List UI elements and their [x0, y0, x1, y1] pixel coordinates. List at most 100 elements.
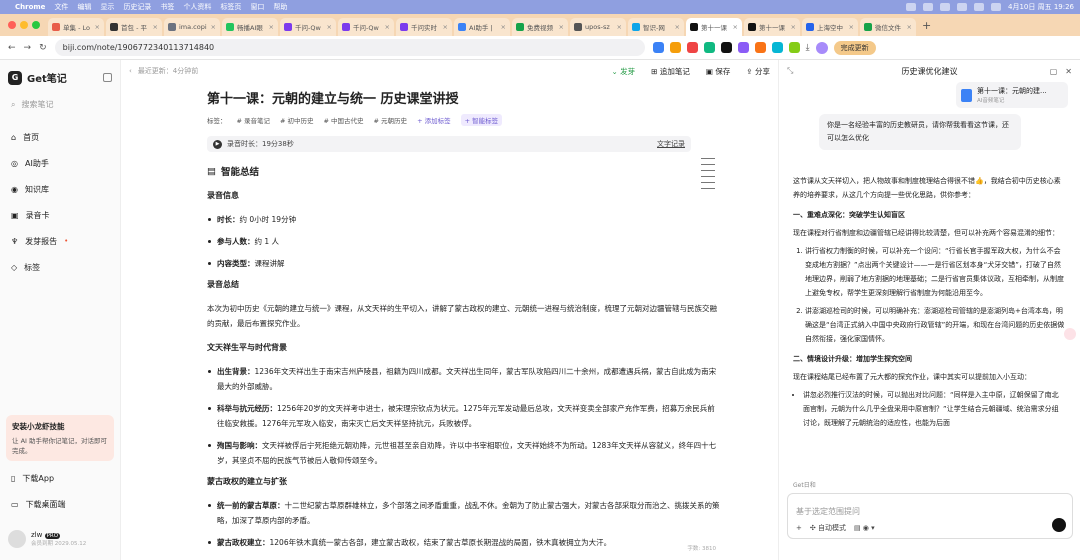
smart-tag-button[interactable]: + 智能标签	[460, 114, 503, 126]
menubar-item[interactable]: 文件	[54, 2, 68, 12]
close-tab-icon[interactable]: ×	[327, 23, 332, 31]
menubar-item[interactable]: 历史记录	[123, 2, 151, 12]
share-button[interactable]: ⇪ 分享	[746, 66, 770, 77]
sidebar-item[interactable]: ▣ 录音卡	[8, 202, 112, 228]
menubar-clock[interactable]: 4月10日 周五 19:26	[1008, 2, 1074, 12]
browser-tab[interactable]: 第十一课 ×	[744, 18, 800, 36]
status-icon[interactable]	[957, 3, 968, 11]
chat-icon[interactable]: ▢	[1050, 67, 1058, 76]
tag-chip[interactable]: # 中国古代史	[324, 115, 364, 125]
download-app-link[interactable]: ▯ 下载App	[8, 465, 112, 491]
new-tab-icon[interactable]: +	[918, 19, 935, 36]
promo-card[interactable]: 安装小龙虾技能 让 AI 助手帮你记笔记，对话即可完成。	[6, 415, 114, 461]
browser-tab[interactable]: 上海空中 ×	[802, 18, 858, 36]
transcript-link[interactable]: 文字记录	[657, 139, 685, 149]
extension-icon[interactable]	[788, 42, 800, 53]
complete-update-button[interactable]: 完成更新	[833, 40, 876, 55]
tag-chip[interactable]: # 元朝历史	[374, 115, 408, 125]
forward-icon[interactable]: →	[24, 43, 32, 53]
browser-tab[interactable]: 微信文件 ×	[860, 18, 916, 36]
extension-icon[interactable]	[720, 42, 732, 53]
extension-icon[interactable]	[652, 42, 664, 53]
profile-avatar[interactable]	[815, 41, 828, 54]
extension-icon[interactable]	[754, 42, 766, 53]
play-icon[interactable]: ▶	[213, 139, 222, 149]
close-tab-icon[interactable]: ×	[675, 23, 680, 31]
menubar-app[interactable]: Chrome	[15, 3, 45, 11]
menubar-item[interactable]: 个人资料	[183, 2, 211, 12]
close-tab-icon[interactable]: ×	[733, 23, 738, 31]
minimize-window-button[interactable]	[20, 21, 28, 29]
save-button[interactable]: ▣ 保存	[706, 66, 730, 77]
menubar-item[interactable]: 书签	[160, 2, 174, 12]
sidebar-item[interactable]: ◉ 知识库	[8, 176, 112, 202]
back-icon[interactable]: ‹	[129, 67, 132, 75]
collapse-sidebar-icon[interactable]	[103, 73, 112, 82]
browser-tab[interactable]: 千问-Qw ×	[338, 18, 394, 36]
close-tab-icon[interactable]: ×	[385, 23, 390, 31]
sidebar-item[interactable]: ⌂ 首页	[8, 124, 112, 150]
menubar-item[interactable]: 帮助	[273, 2, 287, 12]
browser-tab[interactable]: 智识-网 ×	[628, 18, 684, 36]
status-icon[interactable]	[923, 3, 934, 11]
sidebar-item[interactable]: ◎ AI助手	[8, 150, 112, 176]
close-tab-icon[interactable]: ×	[907, 23, 912, 31]
close-tab-icon[interactable]: ×	[791, 23, 796, 31]
add-attachment-button[interactable]: +	[796, 524, 802, 532]
maximize-window-button[interactable]	[32, 21, 40, 29]
close-tab-icon[interactable]: ×	[849, 23, 854, 31]
menubar-item[interactable]: 显示	[100, 2, 114, 12]
sidebar-item[interactable]: ◇ 标签	[8, 254, 112, 280]
browser-tab[interactable]: 千问实时 ×	[396, 18, 452, 36]
close-tab-icon[interactable]: ×	[559, 23, 564, 31]
close-tab-icon[interactable]: ×	[95, 23, 100, 31]
extension-icon[interactable]	[669, 42, 681, 53]
close-tab-icon[interactable]: ×	[153, 23, 158, 31]
close-icon[interactable]: ✕	[1065, 67, 1072, 76]
browser-tab[interactable]: 千问-Qw ×	[280, 18, 336, 36]
extension-icon[interactable]	[737, 42, 749, 53]
close-tab-icon[interactable]: ×	[211, 23, 216, 31]
question-input[interactable]: 基于选定范围提问 + ✣ 自动模式 ▤ ◉ ▾	[787, 493, 1073, 539]
status-icon[interactable]	[906, 3, 917, 11]
close-window-button[interactable]	[8, 21, 16, 29]
sidebar-item[interactable]: ♆ 发芽报告 •	[8, 228, 112, 254]
search-notes[interactable]: ⌕ 搜索笔记	[8, 99, 112, 110]
browser-tab[interactable]: ima.copi ×	[164, 18, 220, 36]
wifi-icon[interactable]	[974, 3, 985, 11]
close-tab-icon[interactable]: ×	[443, 23, 448, 31]
note-title[interactable]: 第十一课：元朝的建立与统一 历史课堂讲授	[207, 88, 721, 107]
tag-chip[interactable]: # 初中历史	[280, 115, 314, 125]
browser-tab[interactable]: 免费视频 ×	[512, 18, 568, 36]
close-tab-icon[interactable]: ×	[501, 23, 506, 31]
extension-icon[interactable]	[686, 42, 698, 53]
add-tag-button[interactable]: + 添加标签	[417, 115, 451, 125]
browser-tab[interactable]: AI助手 | ×	[454, 18, 510, 36]
tools-icon[interactable]: ▤ ◉ ▾	[854, 524, 875, 532]
menubar-item[interactable]: 编辑	[77, 2, 91, 12]
close-tab-icon[interactable]: ×	[269, 23, 274, 31]
browser-tab[interactable]: 首包 - 平 ×	[106, 18, 162, 36]
menubar-item[interactable]: 窗口	[250, 2, 264, 12]
search-icon[interactable]	[991, 3, 1002, 11]
extension-icon[interactable]	[771, 42, 783, 53]
tag-chip[interactable]: # 录音笔记	[237, 115, 271, 125]
browser-tab[interactable]: 单集 - Lo ×	[48, 18, 104, 36]
back-icon[interactable]: ←	[8, 43, 16, 53]
floating-assistant-icon[interactable]	[1064, 328, 1076, 340]
menubar-item[interactable]: 标签页	[220, 2, 241, 12]
user-profile[interactable]: zlw PRO 会员到期 2029.05.12	[8, 530, 86, 548]
close-tab-icon[interactable]: ×	[617, 23, 622, 31]
collapse-panel-icon[interactable]: ⤡	[787, 66, 793, 76]
download-desktop-link[interactable]: ▭ 下载桌面端	[8, 491, 112, 517]
add-note-button[interactable]: ⊞ 追加笔记	[651, 66, 690, 77]
reload-icon[interactable]: ↻	[39, 43, 47, 53]
url-field[interactable]: biji.com/note/1906772340113714840	[54, 39, 645, 56]
browser-tab[interactable]: 第十一课 ×	[686, 18, 742, 36]
outline-indicator[interactable]	[701, 158, 715, 194]
status-icon[interactable]	[940, 3, 951, 11]
sprout-button[interactable]: ⌄ 发芽	[612, 66, 636, 77]
browser-tab[interactable]: 畅播AI眼 ×	[222, 18, 278, 36]
extension-icon[interactable]	[703, 42, 715, 53]
referenced-doc[interactable]: 第十一课：元朝的建... AI音频笔记	[956, 82, 1068, 108]
